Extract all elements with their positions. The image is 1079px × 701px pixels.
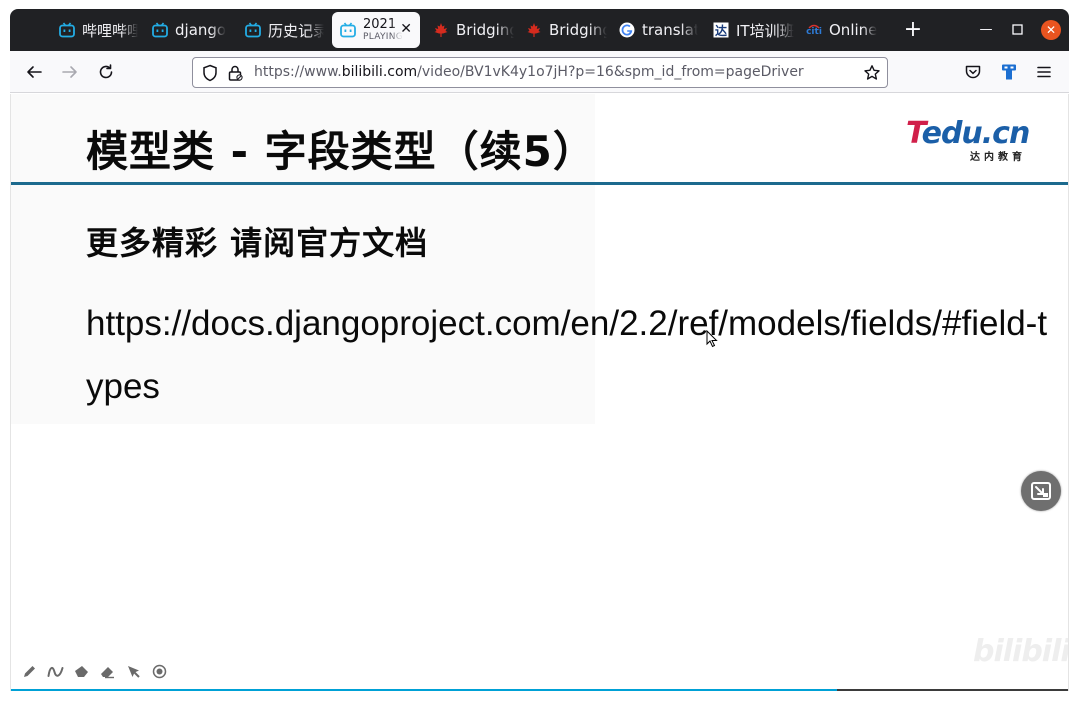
navigation-toolbar: https://www.bilibili.com/video/BV1vK4y1o… xyxy=(10,51,1069,93)
tab-online[interactable]: citi Online xyxy=(805,12,881,48)
pocket-icon[interactable] xyxy=(961,60,985,84)
picture-in-picture-button[interactable] xyxy=(1021,471,1061,511)
eraser-icon[interactable] xyxy=(99,663,116,680)
tab-title: Bridging xyxy=(456,21,514,39)
tab-history[interactable]: 历史记录 xyxy=(244,12,324,48)
slide-heading: 更多精彩 请阅官方文档 xyxy=(86,224,429,262)
minimize-icon[interactable]: — xyxy=(976,20,996,40)
video-progress-bar[interactable] xyxy=(11,689,1068,691)
title-divider xyxy=(11,182,1068,185)
mouse-cursor-icon xyxy=(706,329,718,352)
logo-t: T xyxy=(906,116,923,151)
tab-strip: 哔哩哔哩 django 历史记录 2021 PLAYING ✕ Bridging… xyxy=(10,9,1069,51)
tab-current-video[interactable]: 2021 PLAYING ✕ xyxy=(332,12,420,48)
curve-icon[interactable] xyxy=(47,663,64,680)
url-host: bilibili.com xyxy=(341,64,418,80)
maximize-icon[interactable] xyxy=(1007,20,1027,40)
hamburger-menu-icon[interactable] xyxy=(1032,60,1056,84)
address-bar[interactable]: https://www.bilibili.com/video/BV1vK4y1o… xyxy=(192,57,888,88)
tab-text: 2021 PLAYING xyxy=(363,18,403,42)
tab-title: translat xyxy=(642,21,698,39)
bookmark-star-icon[interactable] xyxy=(863,64,881,82)
tab-bridging-1[interactable]: Bridging xyxy=(432,12,514,48)
maple-leaf-icon xyxy=(432,21,450,39)
video-player[interactable]: 模型类 - 字段类型（续5） Tedu.cn 达内教育 更多精彩 请阅官方文档 … xyxy=(10,94,1069,691)
bilibili-icon xyxy=(339,21,357,39)
slide-title: 模型类 - 字段类型（续5） xyxy=(86,127,596,176)
shield-icon[interactable] xyxy=(201,64,219,82)
extension-icon[interactable] xyxy=(997,60,1021,84)
back-arrow-icon[interactable] xyxy=(22,60,46,84)
tab-title: 2021 xyxy=(363,18,397,31)
svg-text:citi: citi xyxy=(806,27,822,37)
logo-domain: edu.cn xyxy=(921,116,1031,151)
url-path: /video/BV1vK4y1o7jH?p=16&spm_id_from=pag… xyxy=(417,64,804,80)
tab-translate[interactable]: translat xyxy=(618,12,698,48)
pointer-icon[interactable] xyxy=(125,663,142,680)
lock-icon[interactable] xyxy=(226,64,244,82)
window-close-icon[interactable]: ✕ xyxy=(1041,20,1061,40)
tedu-logo: Tedu.cn 达内教育 xyxy=(906,116,1031,164)
new-tab-plus-icon[interactable]: + xyxy=(900,17,926,43)
bilibili-icon xyxy=(151,21,169,39)
tab-django[interactable]: django xyxy=(151,12,231,48)
tab-title: IT培训班 xyxy=(736,21,794,40)
maple-leaf-icon xyxy=(525,21,543,39)
tab-title: 哔哩哔哩 xyxy=(82,21,138,40)
da-logo-icon: 达 xyxy=(712,21,730,39)
tab-bilibili-home[interactable]: 哔哩哔哩 xyxy=(58,12,138,48)
annotation-toolbar xyxy=(21,663,168,680)
docs-link-text: https://docs.djangoproject.com/en/2.2/re… xyxy=(86,304,1048,406)
tab-title: Online xyxy=(829,21,878,39)
bilibili-icon xyxy=(244,21,262,39)
bilibili-icon xyxy=(58,21,76,39)
tab-it-training[interactable]: 达 IT培训班 xyxy=(712,12,794,48)
reload-icon[interactable] xyxy=(94,60,118,84)
bilibili-watermark: bilibili xyxy=(973,634,1069,669)
record-icon[interactable] xyxy=(151,663,168,680)
svg-text:达: 达 xyxy=(715,23,727,38)
url-scheme: https://www. xyxy=(254,64,342,80)
logo-subtitle: 达内教育 xyxy=(970,152,1026,163)
close-tab-icon[interactable]: ✕ xyxy=(400,21,412,37)
tab-title: 历史记录 xyxy=(268,21,324,40)
forward-arrow-icon[interactable] xyxy=(58,60,82,84)
marker-icon[interactable] xyxy=(73,663,90,680)
tab-title: django xyxy=(175,21,227,39)
video-progress-fill xyxy=(11,689,838,691)
pen-icon[interactable] xyxy=(21,663,38,680)
tab-bridging-2[interactable]: Bridging xyxy=(525,12,607,48)
citi-icon: citi xyxy=(805,21,823,39)
url-text[interactable]: https://www.bilibili.com/video/BV1vK4y1o… xyxy=(254,64,804,80)
tab-title: Bridging xyxy=(549,21,607,39)
tab-playing-label: PLAYING xyxy=(363,32,404,42)
google-icon xyxy=(618,21,636,39)
